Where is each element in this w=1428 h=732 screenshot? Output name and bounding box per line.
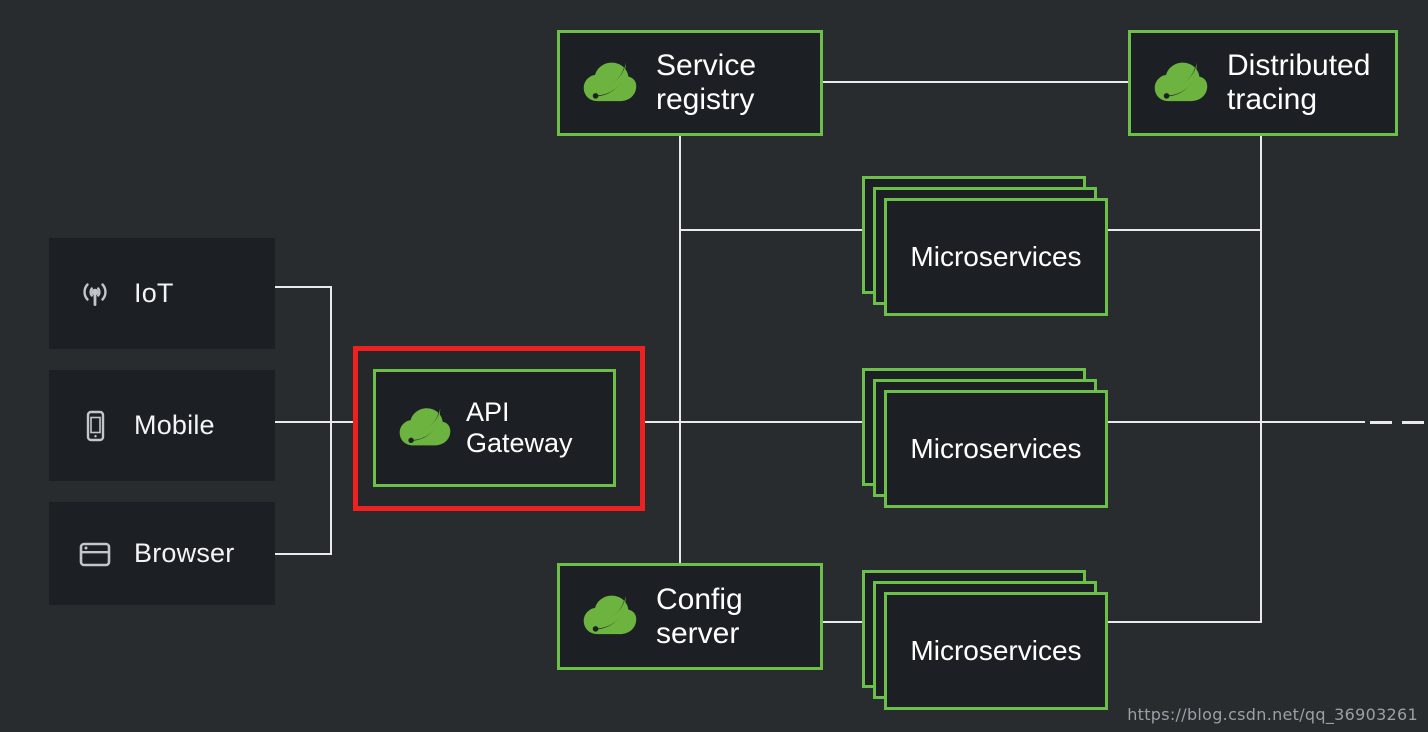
- spring-leaf-icon: [582, 590, 638, 643]
- api-gateway-label: API Gateway: [466, 396, 573, 458]
- spring-leaf-icon: [582, 57, 638, 110]
- wire-right-trunk: [1260, 135, 1262, 622]
- spring-leaf-icon: [398, 403, 452, 454]
- wire-registry-to-tracing: [822, 81, 1128, 83]
- wire-browser-stub: [275, 553, 332, 555]
- microservices-label: Microservices: [910, 433, 1082, 464]
- microservices-label: Microservices: [910, 241, 1082, 272]
- microservices-label: Microservices: [910, 635, 1082, 666]
- service-registry-box[interactable]: Service registry: [557, 30, 823, 136]
- microservice-card-front[interactable]: Microservices: [884, 198, 1108, 316]
- distributed-tracing-label: Distributed tracing: [1227, 49, 1371, 116]
- wire-ms-top-to-right: [1108, 229, 1262, 231]
- config-server-box[interactable]: Config server: [557, 563, 823, 670]
- spring-leaf-icon: [1153, 57, 1209, 110]
- wire-spine-dash-2: [1402, 421, 1424, 424]
- microservice-card-front[interactable]: Microservices: [884, 592, 1108, 710]
- mobile-phone-icon: [73, 404, 117, 448]
- wire-center-trunk: [679, 135, 681, 563]
- config-server-label: Config server: [656, 582, 743, 650]
- distributed-tracing-box[interactable]: Distributed tracing: [1128, 30, 1398, 136]
- service-registry-label: Service registry: [656, 49, 757, 116]
- antenna-broadcast-icon: [73, 272, 117, 316]
- wire-ms-bottom-to-right: [1108, 621, 1262, 623]
- browser-window-icon: [73, 532, 117, 576]
- microservice-card-front[interactable]: Microservices: [884, 390, 1108, 508]
- client-label-browser: Browser: [134, 538, 235, 568]
- wire-iot-stub: [275, 286, 332, 288]
- wire-spine-dash-1: [1370, 421, 1392, 424]
- client-label-iot: IoT: [134, 278, 174, 308]
- microservices-stack-top[interactable]: Microservices: [862, 176, 1108, 316]
- client-label-mobile: Mobile: [134, 410, 215, 440]
- client-box-iot[interactable]: IoT: [49, 238, 275, 349]
- wire-trunk-to-ms-top: [679, 229, 884, 231]
- diagram-canvas: IoT Mobile Browser API Gateway Service r…: [0, 0, 1428, 732]
- microservices-stack-middle[interactable]: Microservices: [862, 368, 1108, 508]
- client-box-mobile[interactable]: Mobile: [49, 370, 275, 481]
- microservices-stack-bottom[interactable]: Microservices: [862, 570, 1108, 710]
- client-box-browser[interactable]: Browser: [49, 502, 275, 605]
- api-gateway-box[interactable]: API Gateway: [373, 369, 616, 487]
- watermark-url: https://blog.csdn.net/qq_36903261: [1127, 705, 1418, 724]
